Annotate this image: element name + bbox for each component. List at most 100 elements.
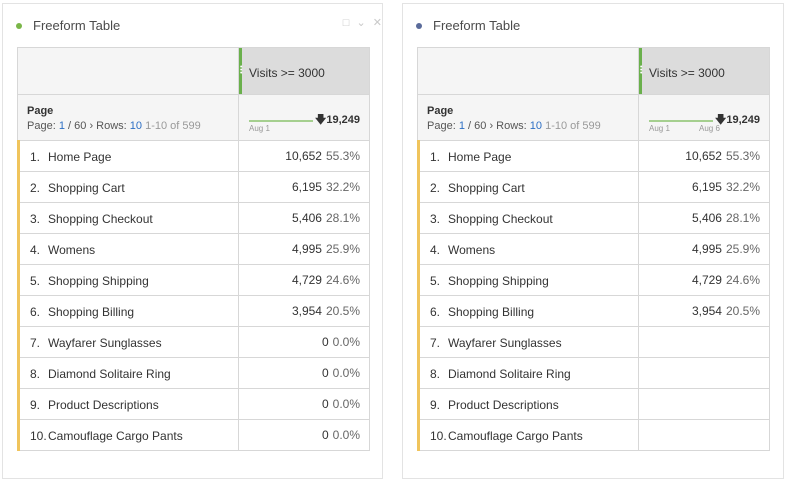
table-row[interactable]: 5. Shopping Shipping 4,729 24.6% [417, 264, 770, 296]
row-label[interactable]: Shopping Billing [448, 305, 534, 319]
row-metric-cell[interactable]: 6,195 32.2% [638, 171, 770, 203]
row-metric-cell[interactable]: 10,652 55.3% [238, 140, 370, 172]
segment-column-header[interactable]: • • • Visits >= 3000 [638, 47, 770, 95]
table-row[interactable]: 10. Camouflage Cargo Pants 0 0.0% [17, 419, 370, 451]
drag-handle-icon[interactable]: • • • [640, 64, 642, 77]
row-label[interactable]: Wayfarer Sunglasses [448, 336, 562, 350]
row-label[interactable]: Wayfarer Sunglasses [48, 336, 162, 350]
row-label[interactable]: Shopping Shipping [48, 274, 149, 288]
row-dimension-cell[interactable]: 1. Home Page [17, 140, 239, 172]
row-dimension-cell[interactable]: 3. Shopping Checkout [417, 202, 639, 234]
row-metric-cell[interactable]: 0 0.0% [238, 357, 370, 389]
table-row[interactable]: 8. Diamond Solitaire Ring [417, 357, 770, 389]
row-metric-cell[interactable]: 3,954 20.5% [238, 295, 370, 327]
row-dimension-cell[interactable]: 10. Camouflage Cargo Pants [417, 419, 639, 451]
row-metric-cell[interactable]: 4,729 24.6% [238, 264, 370, 296]
row-metric-cell[interactable]: 3,954 20.5% [638, 295, 770, 327]
row-dimension-cell[interactable]: 3. Shopping Checkout [17, 202, 239, 234]
chevron-right-icon[interactable]: › [89, 120, 93, 132]
row-dimension-cell[interactable]: 8. Diamond Solitaire Ring [17, 357, 239, 389]
table-row[interactable]: 9. Product Descriptions [417, 388, 770, 420]
row-label[interactable]: Product Descriptions [48, 398, 159, 412]
row-metric-cell[interactable]: 4,729 24.6% [638, 264, 770, 296]
table-row[interactable]: 7. Wayfarer Sunglasses 0 0.0% [17, 326, 370, 358]
row-label[interactable]: Home Page [448, 150, 511, 164]
table-row[interactable]: 6. Shopping Billing 3,954 20.5% [17, 295, 370, 327]
table-row[interactable]: 2. Shopping Cart 6,195 32.2% [17, 171, 370, 203]
table-row[interactable]: 8. Diamond Solitaire Ring 0 0.0% [17, 357, 370, 389]
row-label[interactable]: Home Page [48, 150, 111, 164]
table-row[interactable]: 4. Womens 4,995 25.9% [17, 233, 370, 265]
table-row[interactable]: 1. Home Page 10,652 55.3% [417, 140, 770, 172]
chevron-down-icon[interactable]: ⌄ [357, 16, 366, 29]
dimension-name[interactable]: Page [427, 105, 453, 117]
row-dimension-cell[interactable]: 4. Womens [17, 233, 239, 265]
close-icon[interactable]: ✕ [373, 16, 382, 29]
row-metric-cell[interactable]: 0 0.0% [238, 419, 370, 451]
sort-down-arrow-icon[interactable]: 🡇 [715, 114, 726, 126]
row-metric-cell[interactable] [638, 326, 770, 358]
rows-per-page[interactable]: 10 [530, 120, 542, 132]
rows-per-page[interactable]: 10 [130, 120, 142, 132]
metric-total[interactable]: 🡇19,249 [715, 111, 760, 130]
row-metric-cell[interactable]: 10,652 55.3% [638, 140, 770, 172]
row-label[interactable]: Shopping Shipping [448, 274, 549, 288]
row-metric-cell[interactable]: 0 0.0% [238, 326, 370, 358]
table-row[interactable]: 6. Shopping Billing 3,954 20.5% [417, 295, 770, 327]
row-metric-cell[interactable]: 4,995 25.9% [638, 233, 770, 265]
row-label[interactable]: Shopping Checkout [448, 212, 553, 226]
table-row[interactable]: 4. Womens 4,995 25.9% [417, 233, 770, 265]
row-dimension-cell[interactable]: 7. Wayfarer Sunglasses [17, 326, 239, 358]
segment-column-header[interactable]: • • • Visits >= 3000 [238, 47, 370, 95]
row-label[interactable]: Shopping Checkout [48, 212, 153, 226]
row-dimension-cell[interactable]: 8. Diamond Solitaire Ring [417, 357, 639, 389]
table-row[interactable]: 9. Product Descriptions 0 0.0% [17, 388, 370, 420]
row-label[interactable]: Diamond Solitaire Ring [48, 367, 171, 381]
row-label[interactable]: Womens [48, 243, 95, 257]
row-metric-cell[interactable] [638, 388, 770, 420]
metric-total[interactable]: 🡇19,249 [315, 111, 360, 130]
chevron-right-icon[interactable]: › [489, 120, 493, 132]
row-label[interactable]: Shopping Cart [48, 181, 125, 195]
table-row[interactable]: 5. Shopping Shipping 4,729 24.6% [17, 264, 370, 296]
row-dimension-cell[interactable]: 9. Product Descriptions [17, 388, 239, 420]
drag-handle-icon[interactable]: • • • [240, 64, 242, 77]
page-number[interactable]: 1 [59, 120, 65, 132]
row-label[interactable]: Shopping Billing [48, 305, 134, 319]
row-label[interactable]: Diamond Solitaire Ring [448, 367, 571, 381]
sort-down-arrow-icon[interactable]: 🡇 [315, 114, 326, 126]
row-dimension-cell[interactable]: 2. Shopping Cart [17, 171, 239, 203]
table-row[interactable]: 7. Wayfarer Sunglasses [417, 326, 770, 358]
table-row[interactable]: 10. Camouflage Cargo Pants [417, 419, 770, 451]
table-row[interactable]: 3. Shopping Checkout 5,406 28.1% [417, 202, 770, 234]
row-label[interactable]: Product Descriptions [448, 398, 559, 412]
page-number[interactable]: 1 [459, 120, 465, 132]
row-dimension-cell[interactable]: 4. Womens [417, 233, 639, 265]
row-dimension-cell[interactable]: 6. Shopping Billing [17, 295, 239, 327]
segment-label[interactable]: Visits >= 3000 [249, 66, 325, 80]
dimension-name[interactable]: Page [27, 105, 53, 117]
row-label[interactable]: Shopping Cart [448, 181, 525, 195]
row-label[interactable]: Camouflage Cargo Pants [448, 429, 583, 443]
segment-label[interactable]: Visits >= 3000 [649, 66, 725, 80]
row-dimension-cell[interactable]: 1. Home Page [417, 140, 639, 172]
row-dimension-cell[interactable]: 2. Shopping Cart [417, 171, 639, 203]
table-row[interactable]: 3. Shopping Checkout 5,406 28.1% [17, 202, 370, 234]
row-metric-cell[interactable]: 5,406 28.1% [638, 202, 770, 234]
row-dimension-cell[interactable]: 9. Product Descriptions [417, 388, 639, 420]
row-metric-cell[interactable]: 5,406 28.1% [238, 202, 370, 234]
row-metric-cell[interactable] [638, 357, 770, 389]
row-metric-cell[interactable]: 4,995 25.9% [238, 233, 370, 265]
row-label[interactable]: Womens [448, 243, 495, 257]
row-dimension-cell[interactable]: 7. Wayfarer Sunglasses [417, 326, 639, 358]
row-metric-cell[interactable]: 6,195 32.2% [238, 171, 370, 203]
table-row[interactable]: 2. Shopping Cart 6,195 32.2% [417, 171, 770, 203]
table-row[interactable]: 1. Home Page 10,652 55.3% [17, 140, 370, 172]
row-dimension-cell[interactable]: 5. Shopping Shipping [417, 264, 639, 296]
row-metric-cell[interactable] [638, 419, 770, 451]
row-dimension-cell[interactable]: 5. Shopping Shipping [17, 264, 239, 296]
row-dimension-cell[interactable]: 6. Shopping Billing [417, 295, 639, 327]
panel-title[interactable]: Freeform Table [433, 18, 520, 33]
panel-title[interactable]: Freeform Table [33, 18, 120, 33]
row-dimension-cell[interactable]: 10. Camouflage Cargo Pants [17, 419, 239, 451]
